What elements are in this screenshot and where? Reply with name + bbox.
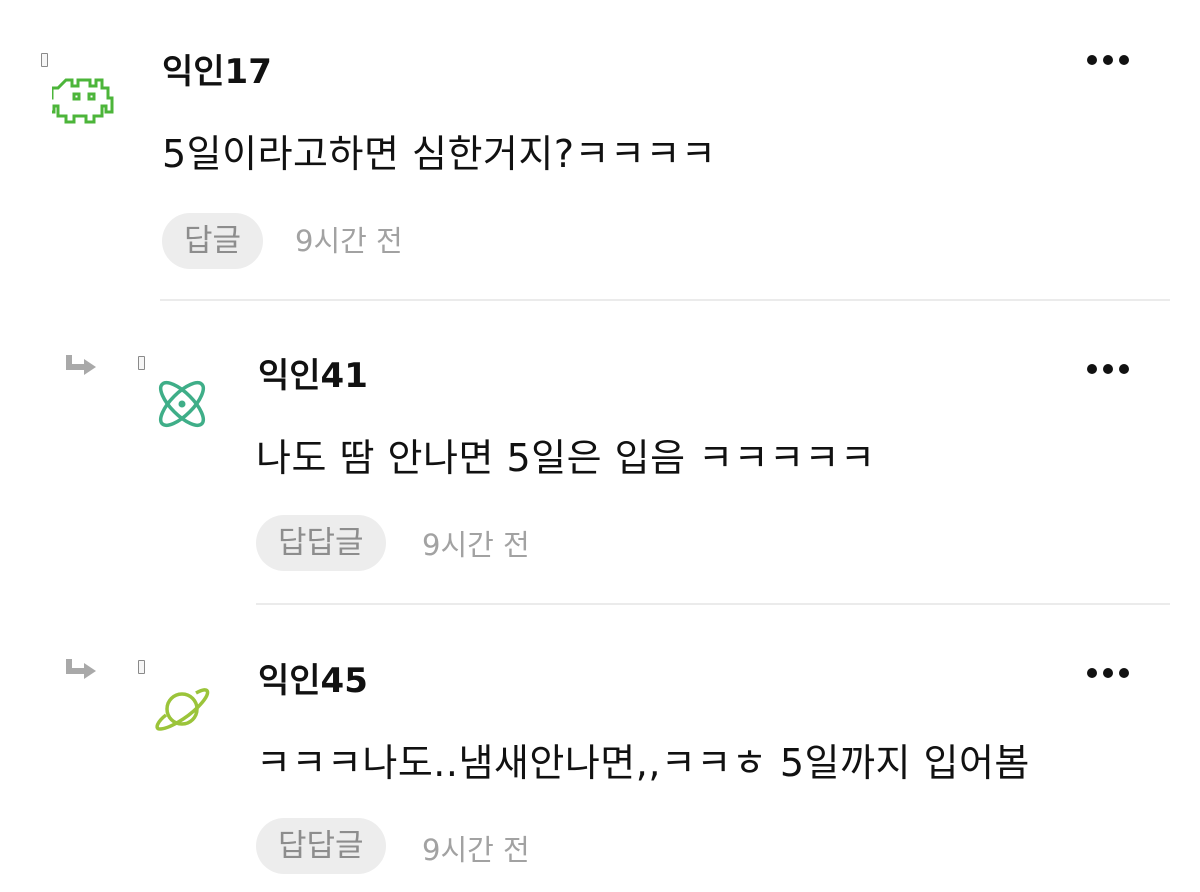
planet-icon[interactable] xyxy=(150,677,214,741)
reply-button[interactable]: 답답글 xyxy=(256,818,386,874)
comment-timestamp: 9시간 전 xyxy=(422,833,530,867)
comment-item: 익인45 ㅋㅋㅋ나도..냄새안나면,,ㅋㅋㅎ 5일까지 입어봄 답답글 9시간 … xyxy=(0,0,1200,892)
reply-arrow-icon xyxy=(66,657,100,681)
comment-text: ㅋㅋㅋ나도..냄새안나면,,ㅋㅋㅎ 5일까지 입어봄 xyxy=(256,741,1030,785)
author-badge-icon xyxy=(138,660,145,674)
comment-author[interactable]: 익인45 xyxy=(258,661,368,701)
more-options-icon[interactable] xyxy=(1087,663,1135,683)
